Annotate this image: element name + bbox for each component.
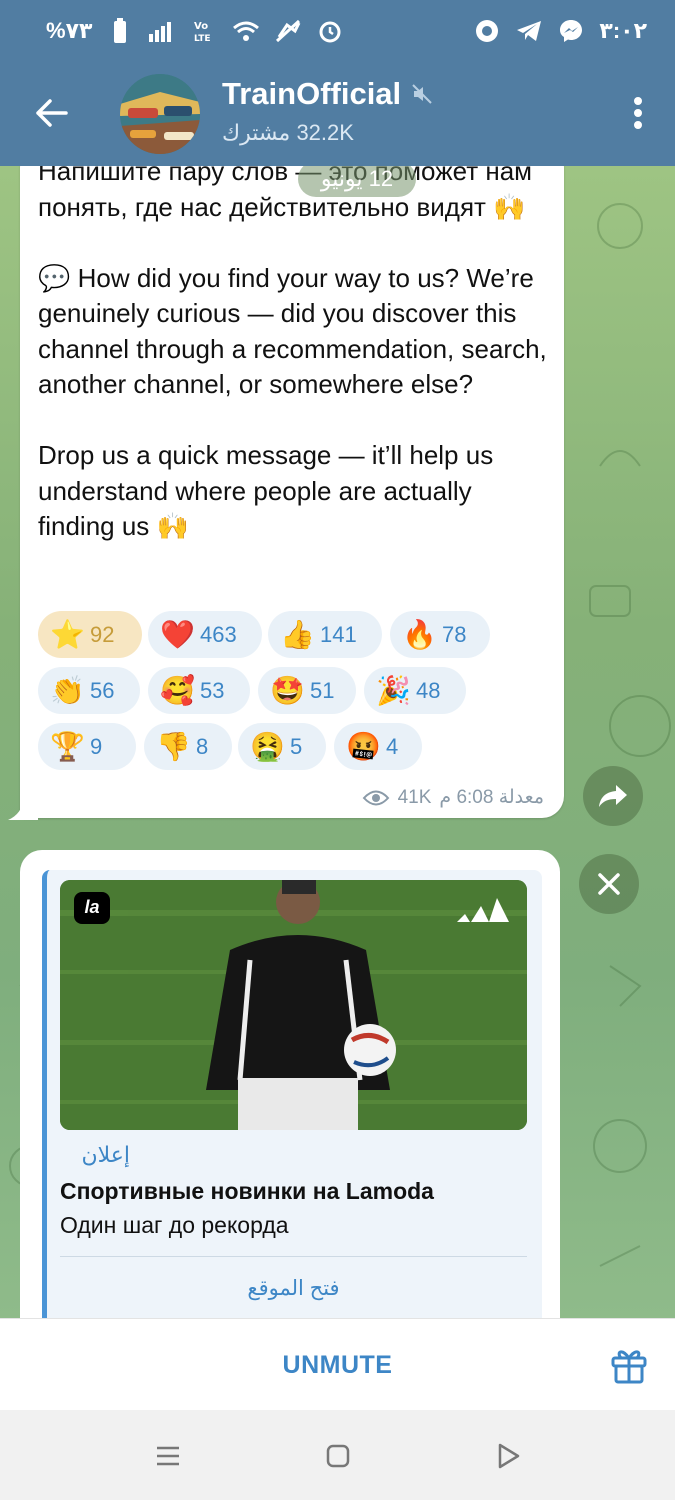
status-left: %٧٣ Vo LTE [46,17,344,45]
clap-icon: 👏 [50,674,85,707]
reaction-trophy[interactable]: 🏆 9 [38,723,136,770]
more-vertical-icon [634,97,642,129]
sponsored-message[interactable]: la إعلان Спортивные новинки на Lamoda Од… [20,850,560,1318]
reaction-count: 5 [290,733,303,759]
back-button[interactable] [26,88,76,138]
gift-icon [611,1350,647,1384]
battery-percent: %٧٣ [46,18,93,43]
heart-icon: ❤️ [160,618,195,651]
reaction-clap[interactable]: 👏 56 [38,667,140,714]
bubble-tail [8,798,38,820]
reaction-count: 48 [416,677,441,703]
bottom-bar: UNMUTE [0,1318,675,1410]
close-ad-button[interactable] [579,854,639,914]
svg-text:Vo: Vo [194,21,208,32]
reaction-count: 141 [320,621,357,647]
muted-speaker-icon [412,84,432,104]
trophy-icon: 🏆 [50,730,85,763]
channel-avatar[interactable] [120,74,200,154]
reaction-count: 78 [442,621,467,647]
reaction-count: 92 [90,621,115,647]
reaction-count: 463 [200,621,237,647]
messenger-icon [557,17,585,45]
recents-icon [157,1446,179,1466]
cursing-face-icon: 🤬 [346,730,381,763]
home-button[interactable] [320,1438,356,1474]
channel-title: TrainOfficial [222,76,402,111]
message-time: معدلة 6:08 م [439,787,544,808]
system-nav-bar [0,1410,675,1500]
reaction-count: 8 [196,733,209,759]
eye-icon [362,790,389,805]
thumbs-down-icon: 👎 [156,730,191,763]
ad-description: Один шаг до рекорда [60,1212,289,1238]
thumbs-up-icon: 👍 [280,618,315,651]
reaction-cursing[interactable]: 🤬 4 [334,723,422,770]
party-popper-icon: 🎉 [376,674,411,707]
unmute-button[interactable]: UNMUTE [0,1319,675,1411]
gift-button[interactable] [609,1343,649,1387]
message-text: Напишите пару слов — это поможет нам пон… [38,166,547,541]
chat-area[interactable]: Напишите пару слов — это поможет нам пон… [0,166,675,1318]
reaction-thumbs-up[interactable]: 👍 141 [268,611,382,658]
title-row[interactable]: TrainOfficial [222,76,433,112]
ad-label: إعلان [81,1142,130,1167]
chat-header: TrainOfficial 32.2K مشترك [0,62,675,166]
more-menu-button[interactable] [623,88,653,138]
ad-image[interactable]: la [60,880,527,1130]
recent-apps-button[interactable] [150,1438,186,1474]
forward-button[interactable] [583,766,643,826]
back-nav-button[interactable] [490,1438,526,1474]
home-square-icon [326,1444,350,1468]
message-bubble[interactable]: Напишите пару слов — это поможет нам пон… [20,166,564,818]
reaction-count: 51 [310,677,335,703]
reaction-heart[interactable]: ❤️ 463 [148,611,262,658]
reaction-party[interactable]: 🎉 48 [364,667,466,714]
subscriber-count: 32.2K مشترك [222,120,354,145]
close-icon [598,873,620,895]
vomit-face-icon: 🤮 [250,730,285,763]
reaction-count: 4 [386,733,399,759]
status-right: ٣:٠٢ [473,17,647,45]
reaction-count: 53 [200,677,225,703]
alarm-icon [316,17,344,45]
ad-divider [60,1256,527,1257]
lamoda-logo: la [74,892,110,924]
view-count: 41K [397,786,432,808]
reaction-fire[interactable]: 🔥 78 [390,611,490,658]
svg-text:LTE: LTE [194,34,211,43]
signal-icon [148,17,176,45]
data-saver-icon [274,17,302,45]
adidas-logo [457,898,509,922]
volte-icon: Vo LTE [190,17,218,45]
date-pill: 12 يونيو [298,166,416,197]
back-triangle-icon [498,1443,520,1469]
battery-icon [106,17,134,45]
reaction-thumbs-down[interactable]: 👎 8 [144,723,232,770]
ad-title: Спортивные новинки на Lamoda [60,1178,434,1204]
share-arrow-icon [599,785,627,807]
message-meta: 41K معدلة 6:08 م [362,786,544,809]
reaction-love-face[interactable]: 🥰 53 [148,667,250,714]
star-struck-icon: 🤩 [270,674,305,707]
reaction-star[interactable]: ⭐ 92 [38,611,142,658]
open-site-button[interactable]: فتح الموقع [60,1276,527,1301]
clock: ٣:٠٢ [599,18,647,43]
back-arrow-icon [36,99,68,127]
star-icon: ⭐ [50,618,85,651]
chrome-icon [473,17,501,45]
reaction-star-struck[interactable]: 🤩 51 [258,667,356,714]
telegram-icon [515,17,543,45]
status-bar: %٧٣ Vo LTE ٣:٠٢ [0,0,675,62]
fire-icon: 🔥 [402,618,437,651]
love-face-icon: 🥰 [160,674,195,707]
reaction-vomit[interactable]: 🤮 5 [238,723,326,770]
wifi-icon [232,17,260,45]
reaction-count: 9 [90,733,103,759]
reaction-count: 56 [90,677,115,703]
